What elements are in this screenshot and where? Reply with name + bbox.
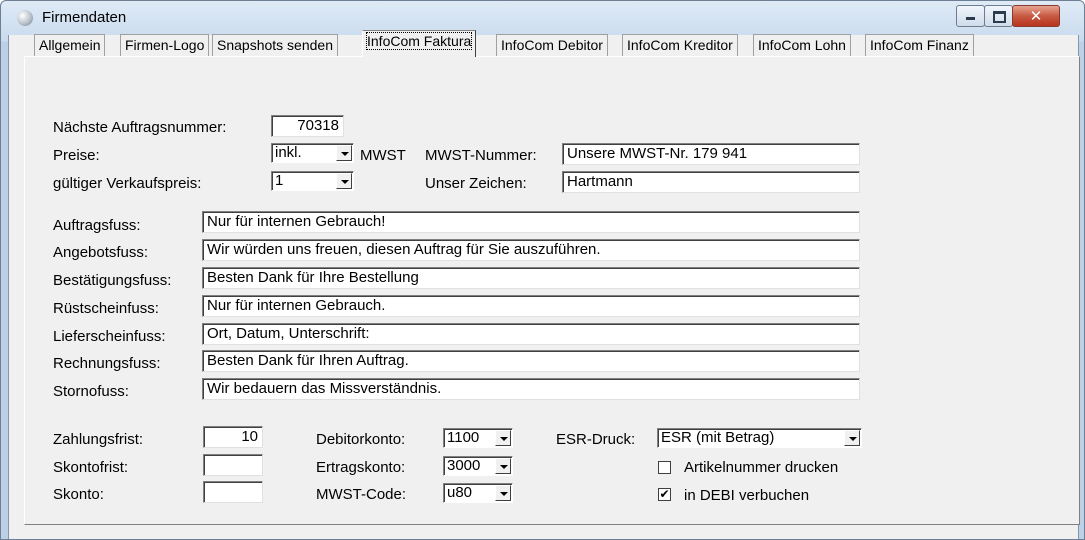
maximize-button[interactable] — [984, 5, 1013, 27]
chevron-down-icon[interactable] — [495, 430, 511, 446]
revenue-account-label: Ertragskonto: — [316, 459, 406, 476]
next-order-field[interactable]: 70318 — [271, 115, 344, 137]
chevron-down-icon[interactable] — [336, 145, 352, 161]
revenue-account-select[interactable]: 3000 — [443, 456, 513, 476]
window-title: Firmendaten — [42, 9, 127, 26]
tab-allgemein[interactable]: Allgemein — [34, 34, 106, 56]
footer-label-rechnung: Rechnungsfuss: — [53, 355, 161, 372]
prices-label: Preise: — [53, 147, 100, 164]
mwst-number-field[interactable]: Unsere MWST-Nr. 179 941 — [562, 143, 860, 165]
debi-label: in DEBI verbuchen — [684, 487, 810, 504]
mwst-number-label: MWST-Nummer: — [425, 147, 537, 164]
minimize-icon — [966, 17, 975, 20]
chevron-down-icon[interactable] — [844, 430, 860, 446]
mwst-code-select[interactable]: u80 — [443, 483, 513, 503]
tab-infocom-lohn[interactable]: InfoCom Lohn — [753, 34, 851, 56]
revenue-account-value: 3000 — [447, 457, 481, 474]
our-sign-label: Unser Zeichen: — [425, 175, 527, 192]
footer-label-bestaetigung: Bestätigungsfuss: — [53, 272, 172, 289]
footer-label-lieferschein: Lieferscheinfuss: — [53, 328, 166, 345]
title-bar[interactable]: Firmendaten ✕ — [1, 1, 1084, 35]
footer-field-auftrag[interactable]: Nur für internen Gebrauch! — [202, 211, 860, 233]
tab-firmen-logo[interactable]: Firmen-Logo — [120, 34, 210, 56]
tab-snapshots-senden[interactable]: Snapshots senden — [212, 34, 338, 56]
payment-terms-field[interactable]: 10 — [203, 426, 263, 448]
discount-period-field[interactable] — [203, 454, 263, 476]
footer-field-angebot[interactable]: Wir würden uns freuen, diesen Auftrag fü… — [202, 239, 860, 261]
debitor-account-label: Debitorkonto: — [316, 431, 406, 448]
discount-field[interactable] — [203, 481, 263, 503]
maximize-icon — [993, 11, 1006, 23]
sale-price-label: gültiger Verkaufspreis: — [53, 175, 202, 192]
debitor-account-select[interactable]: 1100 — [443, 428, 513, 448]
minimize-button[interactable] — [956, 5, 985, 27]
esr-print-select[interactable]: ESR (mit Betrag) — [657, 428, 862, 448]
debi-checkbox[interactable]: ✔ — [658, 488, 671, 501]
footer-label-auftrag: Auftragsfuss: — [53, 217, 141, 234]
footer-field-ruestschein[interactable]: Nur für internen Gebrauch. — [202, 295, 860, 317]
esr-print-value: ESR (mit Betrag) — [661, 429, 775, 446]
chevron-down-icon[interactable] — [495, 485, 511, 501]
close-icon: ✕ — [1029, 7, 1043, 25]
esr-print-label: ESR-Druck: — [556, 431, 636, 448]
footer-field-lieferschein[interactable]: Ort, Datum, Unterschrift: — [202, 323, 860, 345]
app-icon — [17, 10, 33, 26]
footer-field-rechnung[interactable]: Besten Dank für Ihren Auftrag. — [202, 350, 860, 372]
mwst-code-value: u80 — [447, 484, 473, 501]
sale-price-select-value: 1 — [275, 172, 284, 189]
tab-infocom-kreditor[interactable]: InfoCom Kreditor — [622, 34, 738, 56]
print-article-label: Artikelnummer drucken — [684, 459, 839, 476]
print-article-checkbox[interactable] — [658, 461, 671, 474]
mwst-code-label: MWST-Code: — [316, 486, 407, 503]
footer-field-storno[interactable]: Wir bedauern das Missverständnis. — [202, 378, 860, 400]
footer-field-bestaetigung[interactable]: Besten Dank für Ihre Bestellung — [202, 267, 860, 289]
footer-label-storno: Stornofuss: — [53, 383, 129, 400]
tab-infocom-faktura[interactable]: InfoCom Faktura — [362, 30, 477, 57]
next-order-label: Nächste Auftragsnummer: — [53, 119, 227, 136]
tab-infocom-finanz[interactable]: InfoCom Finanz — [865, 34, 974, 56]
discount-label: Skonto: — [53, 486, 104, 503]
discount-period-label: Skontofrist: — [53, 459, 129, 476]
firmendaten-window: Firmendaten ✕ Allgemein Firmen-Logo Snap… — [0, 0, 1085, 540]
checkmark-icon: ✔ — [659, 487, 670, 501]
sale-price-select[interactable]: 1 — [271, 171, 354, 191]
payment-terms-label: Zahlungsfrist: — [53, 431, 144, 448]
prices-select-value: inkl. — [275, 144, 302, 161]
our-sign-field[interactable]: Hartmann — [562, 171, 860, 193]
prices-select[interactable]: inkl. — [271, 143, 354, 163]
debitor-account-value: 1100 — [447, 429, 480, 446]
footer-label-ruestschein: Rüstscheinfuss: — [53, 300, 159, 317]
mwst-suffix-label: MWST — [360, 147, 406, 164]
footer-label-angebot: Angebotsfuss: — [53, 244, 149, 261]
tab-infocom-debitor[interactable]: InfoCom Debitor — [496, 34, 608, 56]
chevron-down-icon[interactable] — [495, 458, 511, 474]
chevron-down-icon[interactable] — [336, 173, 352, 189]
close-button[interactable]: ✕ — [1012, 5, 1060, 27]
